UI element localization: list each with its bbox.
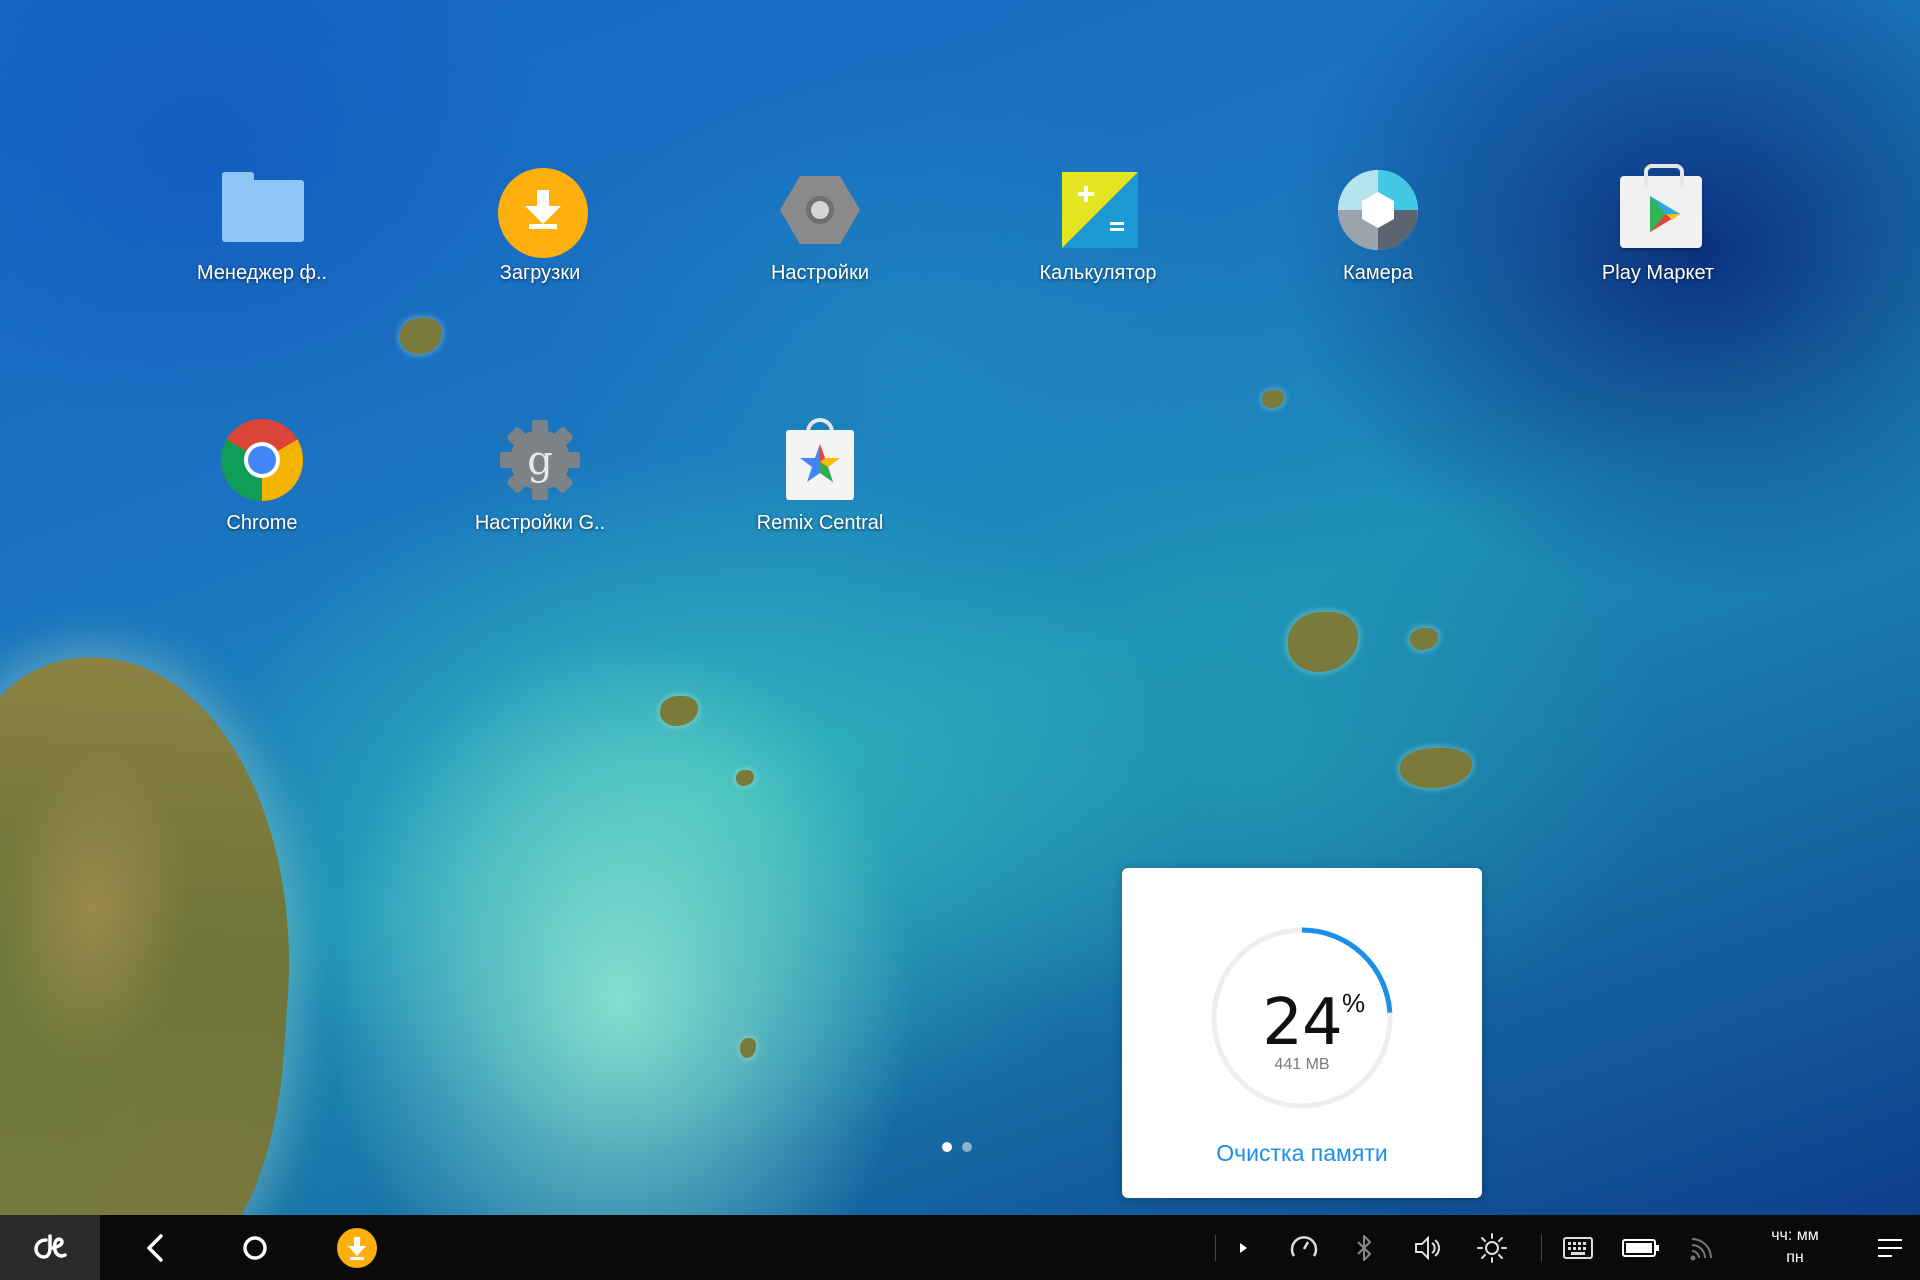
wallpaper-island	[740, 1038, 756, 1058]
volume-icon	[1415, 1235, 1440, 1260]
home-button[interactable]	[220, 1215, 290, 1280]
tray-divider	[1214, 1215, 1216, 1280]
memory-percent: 24	[1262, 986, 1342, 1060]
app-label: Менеджер ф..	[196, 262, 328, 284]
app-remix-central[interactable]: Remix Central	[720, 418, 920, 535]
app-label: Play Маркет	[1601, 262, 1715, 284]
calculator-icon	[1056, 168, 1140, 252]
memory-cleaner-widget: 24 % 441 MB Очистка памяти	[1122, 868, 1482, 1198]
battery-icon	[1622, 1238, 1659, 1257]
bluetooth-icon	[1357, 1234, 1371, 1261]
app-camera[interactable]: Камера	[1278, 168, 1478, 285]
wallpaper-island	[1410, 628, 1438, 650]
app-google-settings[interactable]: g Настройки G..	[440, 418, 640, 535]
memory-percent-sign: %	[1342, 988, 1366, 1018]
battery-indicator[interactable]	[1620, 1215, 1662, 1280]
clock-time: чч: мм	[1771, 1227, 1819, 1244]
app-label: Камера	[1343, 262, 1413, 284]
brightness-icon	[1477, 1232, 1507, 1263]
volume-button[interactable]	[1406, 1215, 1450, 1280]
memory-used: 441 MB	[1274, 1056, 1330, 1073]
app-file-manager[interactable]: Менеджер ф..	[162, 168, 362, 285]
menu-icon	[1878, 1238, 1902, 1257]
back-button[interactable]	[120, 1215, 190, 1280]
back-icon	[147, 1233, 163, 1262]
menu-button[interactable]	[1870, 1215, 1910, 1280]
app-calculator[interactable]: Калькулятор	[998, 168, 1198, 285]
app-label: Настройки	[770, 262, 870, 284]
clean-memory-button[interactable]: Очистка памяти	[1122, 1140, 1482, 1167]
page-dot[interactable]	[962, 1142, 972, 1152]
wallpaper-island	[1288, 612, 1358, 672]
play-store-icon	[1616, 164, 1702, 252]
expand-arrow-icon	[1240, 1242, 1247, 1253]
clock[interactable]: чч: мм пн	[1740, 1225, 1850, 1269]
app-settings[interactable]: Настройки	[720, 168, 920, 285]
wifi-button[interactable]	[1684, 1215, 1720, 1280]
wallpaper-island	[660, 696, 698, 726]
keyboard-button[interactable]	[1560, 1215, 1596, 1280]
app-play-store[interactable]: Play Маркет	[1558, 164, 1758, 285]
app-chrome[interactable]: Chrome	[162, 418, 362, 535]
app-label: Chrome	[226, 512, 298, 534]
speed-button[interactable]	[1284, 1215, 1324, 1280]
download-notification[interactable]	[322, 1215, 392, 1280]
chrome-icon	[220, 418, 304, 502]
app-label: Настройки G..	[474, 512, 606, 534]
tray-expand-button[interactable]	[1226, 1215, 1260, 1280]
wallpaper-island	[1262, 390, 1284, 408]
app-label: Remix Central	[756, 512, 884, 534]
settings-icon	[778, 168, 862, 252]
speed-icon	[1290, 1235, 1318, 1257]
app-label: Загрузки	[499, 262, 581, 284]
keyboard-icon	[1563, 1236, 1593, 1259]
wifi-icon	[1690, 1237, 1712, 1260]
page-dot-active[interactable]	[942, 1142, 952, 1152]
folder-icon	[220, 168, 304, 252]
wallpaper-coastline	[0, 649, 311, 1215]
bluetooth-button[interactable]	[1346, 1215, 1382, 1280]
google-settings-icon: g	[498, 418, 582, 502]
wallpaper-island	[736, 770, 754, 786]
home-icon	[243, 1235, 267, 1260]
download-icon	[498, 168, 588, 258]
remix-logo-icon	[34, 1233, 67, 1259]
app-downloads[interactable]: Загрузки	[440, 168, 640, 285]
remix-central-icon	[778, 418, 862, 502]
start-button[interactable]	[0, 1215, 100, 1280]
taskbar: чч: мм пн	[0, 1215, 1920, 1280]
download-notification-icon	[337, 1227, 377, 1268]
svg-text:g: g	[527, 438, 553, 484]
wallpaper-island	[1400, 748, 1472, 788]
tray-divider	[1540, 1215, 1542, 1280]
app-label: Калькулятор	[1039, 262, 1157, 284]
clock-day: пн	[1786, 1249, 1804, 1266]
camera-icon	[1336, 168, 1420, 252]
wallpaper-island	[400, 318, 442, 354]
brightness-button[interactable]	[1472, 1215, 1512, 1280]
page-indicator	[942, 1139, 982, 1157]
